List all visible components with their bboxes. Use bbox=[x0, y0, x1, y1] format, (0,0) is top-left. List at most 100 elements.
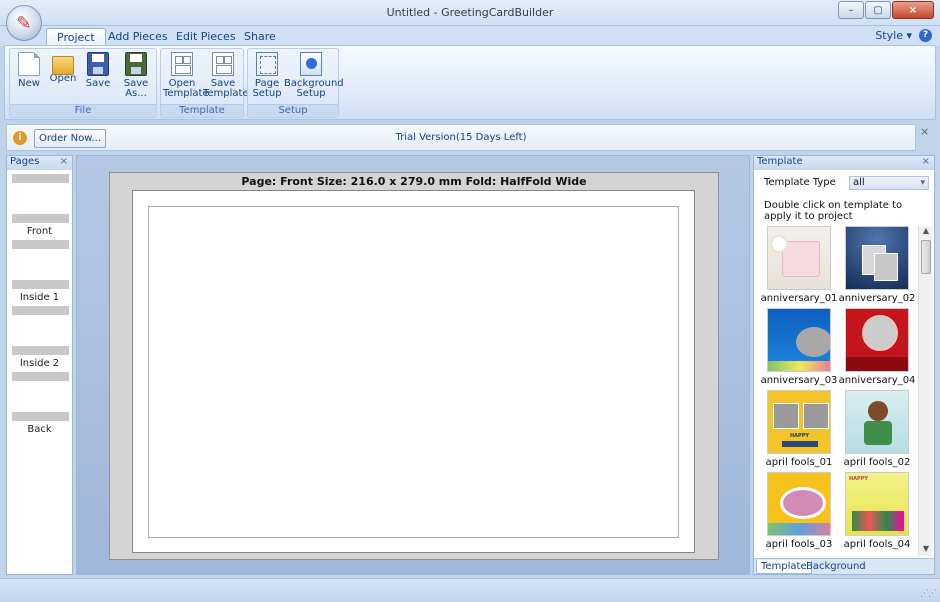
open-button[interactable]: Open bbox=[46, 52, 80, 84]
new-document-icon bbox=[18, 52, 40, 76]
infobar-close-icon[interactable]: × bbox=[920, 125, 929, 138]
open-template-icon bbox=[171, 52, 193, 76]
page-item-back[interactable]: Back bbox=[7, 424, 72, 435]
template-thumbnail: HAPPY bbox=[767, 390, 831, 454]
template-thumbnail bbox=[767, 308, 831, 372]
ribbon-group-file: New Open Save Save As... File bbox=[9, 48, 157, 118]
scrollbar-thumb[interactable] bbox=[921, 240, 931, 274]
save-template-label-2: Template bbox=[203, 88, 249, 99]
page-thumb-front-top[interactable] bbox=[12, 214, 69, 223]
title-bar: Untitled - GreetingCardBuilder – ▢ × bbox=[0, 0, 940, 26]
order-now-button[interactable]: Order Now... bbox=[34, 129, 106, 148]
trial-status-text: Trial Version(15 Days Left) bbox=[395, 132, 527, 143]
group-label-file: File bbox=[10, 104, 156, 117]
page-setup-button[interactable]: Page Setup bbox=[252, 52, 282, 99]
tab-share[interactable]: Share bbox=[234, 28, 286, 46]
template-item[interactable]: HAPPY april fools_01 bbox=[760, 390, 838, 468]
ribbon-group-setup: Page Setup Background Setup Setup bbox=[247, 48, 344, 118]
group-label-setup: Setup bbox=[248, 104, 338, 117]
app-logo-icon: ✎ bbox=[16, 12, 32, 34]
template-type-label: Template Type bbox=[764, 177, 836, 188]
window-title: Untitled - GreetingCardBuilder bbox=[386, 6, 554, 19]
background-setup-button[interactable]: Background Setup bbox=[284, 52, 344, 99]
template-item[interactable]: HAPPY april fools_04 bbox=[838, 472, 916, 550]
pages-panel-header: Pages × bbox=[7, 156, 72, 170]
template-panel-tabs: Template Background bbox=[754, 558, 934, 574]
template-panel-title: Template bbox=[757, 156, 803, 167]
template-type-select[interactable]: all bbox=[849, 176, 929, 190]
template-item[interactable]: anniversary_01 bbox=[760, 226, 838, 304]
template-thumbnail bbox=[767, 226, 831, 290]
tab-project[interactable]: Project bbox=[46, 28, 106, 46]
tab-background[interactable]: Background bbox=[802, 560, 870, 574]
scroll-down-icon[interactable]: ▼ bbox=[919, 544, 933, 556]
template-thumbnail-caption: HAPPY bbox=[790, 433, 810, 439]
group-label-template: Template bbox=[161, 104, 243, 117]
resize-grip-icon[interactable]: ⋰⋰ bbox=[920, 589, 937, 599]
template-item[interactable]: april fools_03 bbox=[760, 472, 838, 550]
template-thumbnail: HAPPY bbox=[845, 472, 909, 536]
page-thumb-inside2-top[interactable] bbox=[12, 346, 69, 355]
page-setup-label-2: Setup bbox=[252, 88, 282, 99]
template-item-label: anniversary_01 bbox=[760, 293, 838, 304]
template-scrollbar[interactable]: ▲ ▼ bbox=[918, 226, 932, 556]
template-panel-close-icon[interactable]: × bbox=[922, 156, 930, 167]
save-label: Save bbox=[85, 78, 111, 89]
template-thumbnail-caption: HAPPY bbox=[849, 476, 869, 482]
page-item-inside-2[interactable]: Inside 2 bbox=[7, 358, 72, 369]
page-item-inside-1[interactable]: Inside 1 bbox=[7, 292, 72, 303]
page-thumb-front-bottom[interactable] bbox=[12, 240, 69, 249]
help-icon[interactable]: ? bbox=[919, 29, 932, 42]
pages-panel: Pages × Front Inside 1 Inside 2 Back bbox=[6, 155, 73, 575]
template-item[interactable]: april fools_02 bbox=[838, 390, 916, 468]
style-menu[interactable]: Style ▾ bbox=[875, 29, 912, 42]
template-thumbnail bbox=[845, 308, 909, 372]
window-controls: – ▢ × bbox=[838, 1, 934, 19]
save-floppy-icon bbox=[87, 52, 109, 76]
page-info-header: Page: Front Size: 216.0 x 279.0 mm Fold:… bbox=[241, 175, 587, 188]
template-thumbnail bbox=[845, 390, 909, 454]
page-thumb-inside1-top[interactable] bbox=[12, 280, 69, 289]
page-item-front[interactable]: Front bbox=[7, 226, 72, 237]
card-page[interactable] bbox=[132, 190, 695, 553]
page-sheet: Page: Front Size: 216.0 x 279.0 mm Fold:… bbox=[109, 172, 719, 560]
open-folder-icon bbox=[52, 56, 74, 75]
save-as-button[interactable]: Save As... bbox=[118, 52, 154, 99]
template-type-value: all bbox=[853, 177, 865, 188]
template-item-label: april fools_01 bbox=[765, 457, 833, 468]
new-button[interactable]: New bbox=[14, 52, 44, 89]
design-canvas-area: Page: Front Size: 216.0 x 279.0 mm Fold:… bbox=[76, 155, 750, 575]
scroll-up-icon[interactable]: ▲ bbox=[919, 226, 933, 238]
template-panel: Template × Template Type all Double clic… bbox=[753, 155, 935, 575]
template-item[interactable]: anniversary_04 bbox=[838, 308, 916, 386]
application-menu-button[interactable]: ✎ bbox=[6, 5, 42, 41]
maximize-button[interactable]: ▢ bbox=[865, 1, 891, 19]
page-thumb-inside1-bottom[interactable] bbox=[12, 306, 69, 315]
info-icon: i bbox=[13, 131, 27, 145]
pages-panel-close-icon[interactable]: × bbox=[60, 156, 68, 167]
save-template-button[interactable]: Save Template bbox=[203, 52, 249, 99]
open-template-button[interactable]: Open Template bbox=[163, 52, 209, 99]
style-menu-label: Style bbox=[875, 29, 903, 42]
template-item-label: anniversary_03 bbox=[760, 375, 838, 386]
card-margin-area[interactable] bbox=[148, 206, 679, 538]
template-item-label: april fools_03 bbox=[765, 539, 833, 550]
save-button[interactable]: Save bbox=[82, 52, 114, 89]
trial-info-bar: i Order Now... Trial Version(15 Days Lef… bbox=[6, 124, 916, 151]
page-thumb-inside2-bottom[interactable] bbox=[12, 372, 69, 381]
close-button[interactable]: × bbox=[892, 1, 934, 19]
template-item[interactable]: anniversary_02 bbox=[838, 226, 916, 304]
page-thumb-top[interactable] bbox=[12, 174, 69, 183]
template-item-label: april fools_04 bbox=[843, 539, 911, 550]
ribbon-group-template: Open Template Save Template Template bbox=[160, 48, 249, 118]
background-setup-icon bbox=[300, 52, 322, 76]
save-as-icon bbox=[125, 52, 147, 76]
save-as-label-2: As... bbox=[125, 88, 147, 99]
status-bar: ⋰⋰ bbox=[0, 578, 940, 602]
pages-panel-title: Pages bbox=[10, 156, 40, 167]
template-thumbnail bbox=[845, 226, 909, 290]
template-item[interactable]: anniversary_03 bbox=[760, 308, 838, 386]
template-gallery: anniversary_01 anniversary_02 anniversar… bbox=[758, 224, 920, 554]
minimize-button[interactable]: – bbox=[838, 1, 864, 19]
page-thumb-back-top[interactable] bbox=[12, 412, 69, 421]
